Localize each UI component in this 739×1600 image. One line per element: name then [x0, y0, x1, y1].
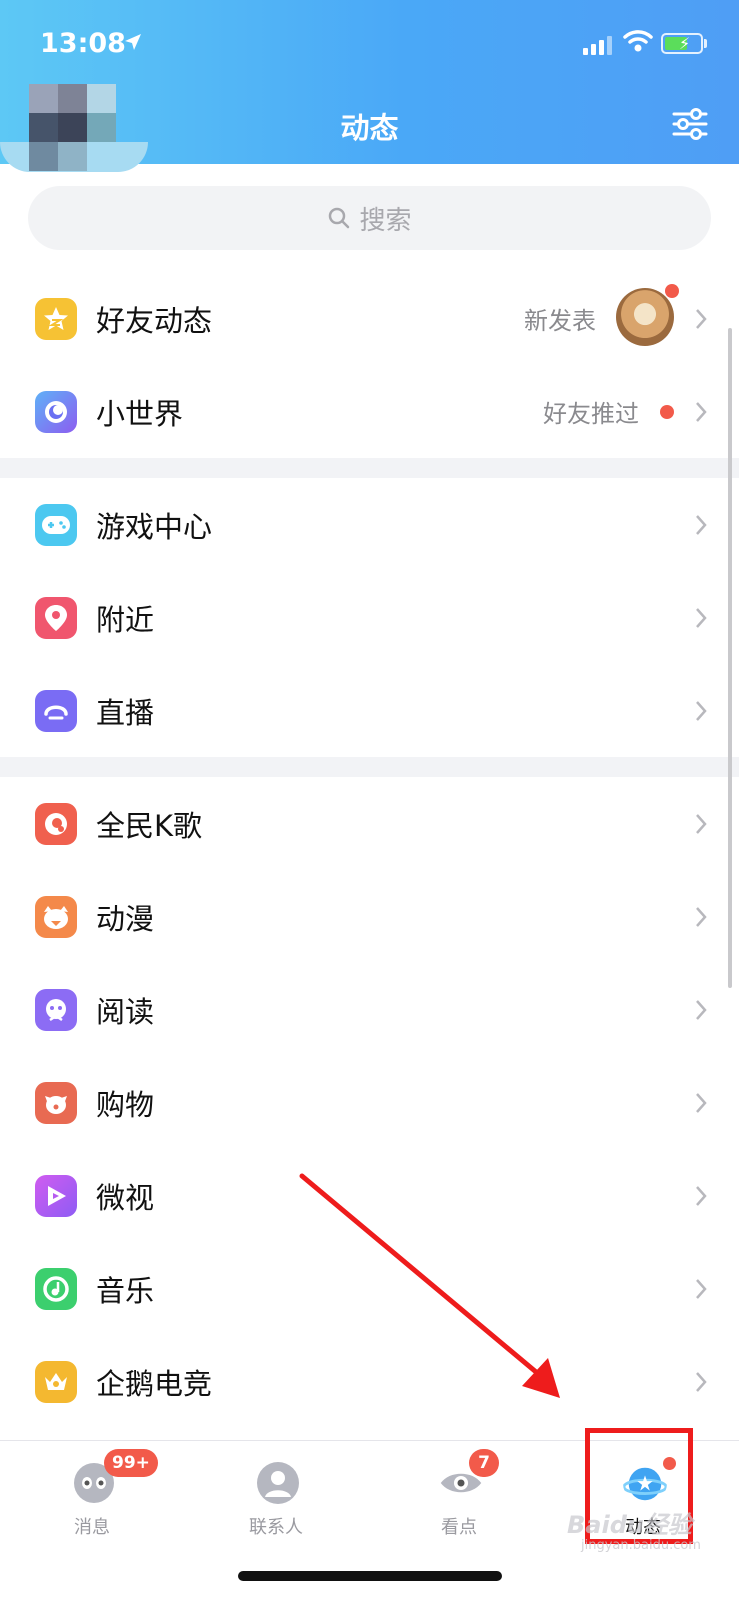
annotation-arrow — [299, 1173, 560, 1398]
watermark-logo: Baidu经验 — [567, 1511, 692, 1539]
home-indicator[interactable] — [238, 1571, 502, 1581]
watermark-url: jingyan.baidu.com — [581, 1538, 701, 1553]
